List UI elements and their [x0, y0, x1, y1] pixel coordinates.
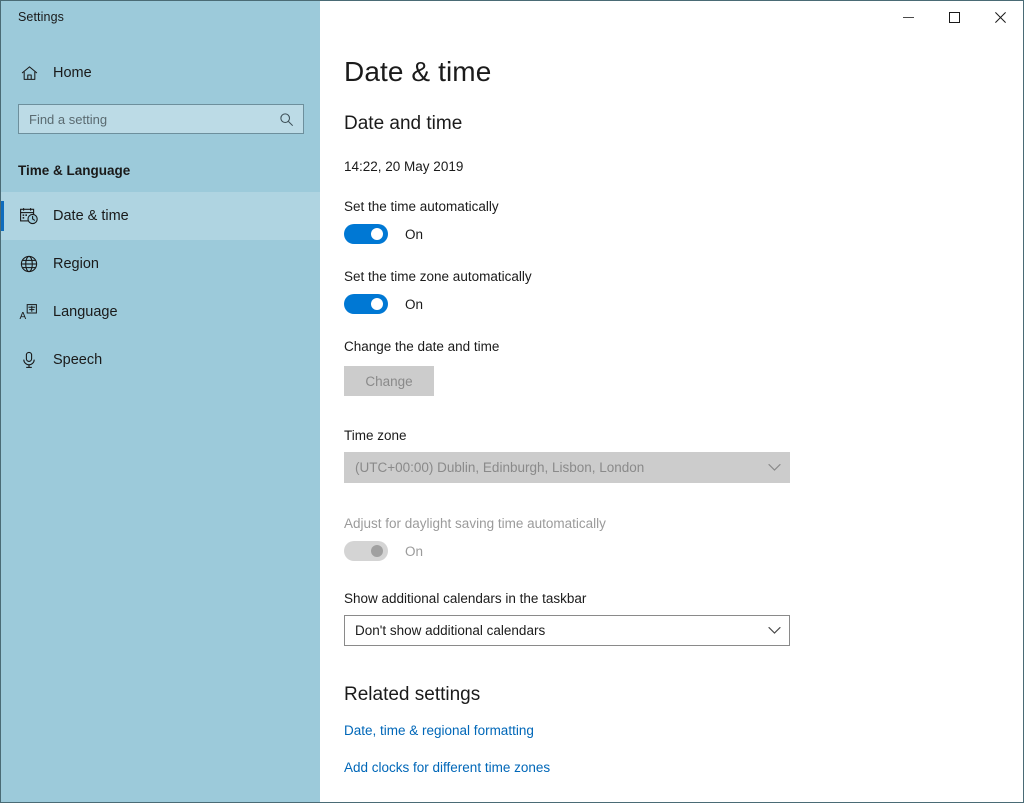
set-time-automatically-label: Set the time automatically: [344, 199, 1023, 214]
set-time-automatically-row: On: [344, 224, 1023, 244]
related-link-add-clocks[interactable]: Add clocks for different time zones: [344, 760, 1023, 775]
home-icon: [18, 62, 40, 84]
related-link-date-time-regional-formatting[interactable]: Date, time & regional formatting: [344, 723, 1023, 738]
close-icon: [995, 12, 1006, 23]
daylight-saving-label: Adjust for daylight saving time automati…: [344, 516, 1023, 531]
set-timezone-automatically-row: On: [344, 294, 1023, 314]
search-icon[interactable]: [273, 112, 299, 127]
set-time-automatically-toggle[interactable]: [344, 224, 388, 244]
minimize-button[interactable]: [885, 1, 931, 33]
sidebar-item-date-and-time[interactable]: Date & time: [1, 192, 320, 240]
related-settings-heading: Related settings: [344, 684, 1023, 706]
main-content: Date & time Date and time 14:22, 20 May …: [320, 1, 1023, 802]
calendar-clock-icon: [18, 205, 40, 227]
additional-calendars-label: Show additional calendars in the taskbar: [344, 591, 1023, 606]
set-timezone-automatically-state: On: [405, 297, 423, 312]
set-timezone-automatically-toggle[interactable]: [344, 294, 388, 314]
minimize-icon: [903, 12, 914, 23]
title-bar-left: Settings: [1, 1, 320, 33]
title-bar-drag-area[interactable]: [320, 1, 885, 33]
search-box[interactable]: [18, 104, 304, 134]
sidebar-home-label: Home: [53, 65, 92, 81]
search-input[interactable]: [19, 105, 273, 133]
window-title: Settings: [18, 10, 64, 24]
toggle-knob: [371, 298, 383, 310]
additional-calendars-dropdown[interactable]: Don't show additional calendars: [344, 615, 790, 646]
daylight-saving-state: On: [405, 544, 423, 559]
maximize-button[interactable]: [931, 1, 977, 33]
set-timezone-automatically-label: Set the time zone automatically: [344, 269, 1023, 284]
sidebar-item-region[interactable]: Region: [1, 240, 320, 288]
set-time-automatically-state: On: [405, 227, 423, 242]
sidebar-item-speech[interactable]: Speech: [1, 336, 320, 384]
daylight-saving-row: On: [344, 541, 1023, 561]
sidebar-item-label: Language: [53, 304, 118, 320]
change-date-and-time-label: Change the date and time: [344, 339, 1023, 354]
section-heading-date-and-time: Date and time: [344, 113, 1023, 135]
window-body: Home Time & Language: [1, 1, 1023, 802]
title-bar: Settings: [1, 1, 1023, 33]
sidebar-item-label: Region: [53, 256, 99, 272]
settings-window: Settings: [0, 0, 1024, 803]
window-controls: [885, 1, 1023, 33]
chevron-down-icon: [759, 463, 789, 472]
daylight-saving-toggle[interactable]: [344, 541, 388, 561]
sidebar: Home Time & Language: [1, 1, 320, 802]
time-zone-label: Time zone: [344, 428, 1023, 443]
svg-text:A: A: [20, 311, 27, 322]
sidebar-category-title: Time & Language: [18, 163, 320, 178]
sidebar-item-home[interactable]: Home: [1, 54, 320, 92]
toggle-knob: [371, 228, 383, 240]
sidebar-nav-list: Date & time Region: [1, 192, 320, 384]
time-zone-dropdown[interactable]: (UTC+00:00) Dublin, Edinburgh, Lisbon, L…: [344, 452, 790, 483]
language-icon: A: [18, 301, 40, 323]
toggle-knob: [371, 545, 383, 557]
chevron-down-icon: [759, 626, 789, 635]
sidebar-item-label: Speech: [53, 352, 102, 368]
sidebar-item-language[interactable]: A Language: [1, 288, 320, 336]
page-title: Date & time: [344, 56, 1023, 88]
maximize-icon: [949, 12, 960, 23]
current-datetime-value: 14:22, 20 May 2019: [344, 159, 1023, 174]
sidebar-item-label: Date & time: [53, 208, 129, 224]
time-zone-value: (UTC+00:00) Dublin, Edinburgh, Lisbon, L…: [345, 460, 759, 475]
change-button[interactable]: Change: [344, 366, 434, 396]
close-button[interactable]: [977, 1, 1023, 33]
additional-calendars-value: Don't show additional calendars: [345, 623, 759, 638]
globe-icon: [18, 253, 40, 275]
microphone-icon: [18, 349, 40, 371]
